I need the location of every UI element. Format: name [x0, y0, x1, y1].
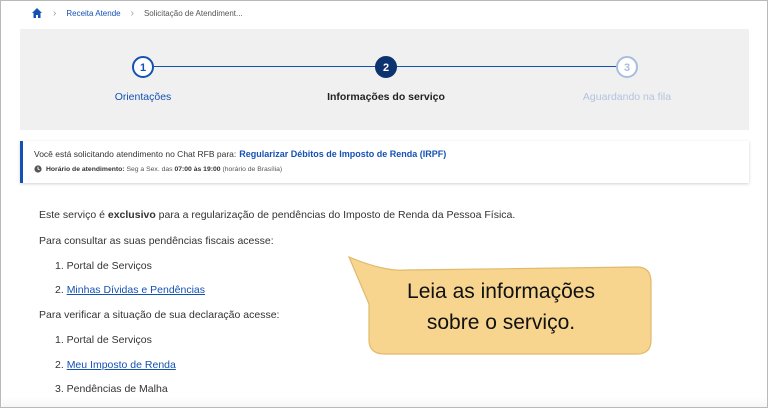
step-3-circle: 3 [616, 56, 638, 78]
list-item-portal-servicos: 1. Portal de Serviços [55, 260, 152, 272]
step-1-circle[interactable]: 1 [132, 56, 154, 78]
service-name: Regularizar Débitos de Imposto de Renda … [239, 149, 447, 159]
intro-paragraph: Este serviço é exclusivo para a regulari… [39, 209, 515, 221]
intro-text-b: para a regularização de pendências do Im… [158, 209, 516, 221]
step-connector [154, 66, 376, 67]
bottom-fade [2, 397, 767, 407]
step-1-label[interactable]: Orientações [115, 91, 172, 103]
consult-heading: Para consultar as suas pendências fiscai… [39, 235, 274, 247]
service-request-line: Você está solicitando atendimento no Cha… [34, 149, 446, 159]
clock-icon [34, 165, 42, 173]
service-request-prefix: Você está solicitando atendimento no Cha… [34, 149, 237, 159]
service-info-box: Você está solicitando atendimento no Cha… [20, 141, 749, 183]
callout-line-1: Leia as informações [407, 280, 595, 303]
hours-timezone: (horário de Brasília) [222, 165, 283, 173]
list-item-meu-ir: 2. Meu Imposto de Renda [55, 359, 176, 371]
service-hours-line: Horário de atendimento: Seg a Sex. das 0… [34, 165, 282, 173]
intro-bold: exclusivo [107, 209, 156, 221]
step-connector [396, 66, 618, 67]
hours-days: Seg a Sex. das [126, 165, 173, 173]
list-number: 2. [55, 284, 64, 296]
intro-text-a: Este serviço é [39, 209, 105, 221]
breadcrumb-link-receita-atende[interactable]: Receita Atende [66, 9, 120, 18]
list-item-dividas: 2. Minhas Dívidas e Pendências [55, 284, 205, 296]
hours-range: 07:00 às 19:00 [174, 165, 221, 173]
step-2-label: Informações do serviço [327, 91, 445, 103]
chevron-right-icon: › [130, 7, 134, 19]
list-item-pendencias-malha: 3. Pendências de Malha [55, 383, 168, 395]
link-minhas-dividas[interactable]: Minhas Dívidas e Pendências [67, 284, 205, 296]
hours-label: Horário de atendimento: [46, 165, 125, 173]
home-icon[interactable] [31, 7, 43, 19]
link-meu-imposto-de-renda[interactable]: Meu Imposto de Renda [67, 359, 176, 371]
chevron-right-icon: › [53, 7, 57, 19]
breadcrumb: › Receita Atende › Solicitação de Atendi… [31, 5, 243, 21]
callout-text: Leia as informações sobre o serviço. [351, 276, 651, 338]
verify-heading: Para verificar a situação de sua declara… [39, 309, 280, 321]
breadcrumb-current: Solicitação de Atendiment... [143, 8, 243, 18]
step-2-circle: 2 [375, 56, 397, 78]
stepper: 1 2 3 Orientações Informações do serviço… [20, 29, 749, 130]
callout-line-2: sobre o serviço. [426, 311, 576, 334]
step-3-label: Aguardando na fila [582, 91, 672, 103]
list-number: 2. [55, 359, 64, 371]
list-item-portal-servicos-2: 1. Portal de Serviços [55, 334, 152, 346]
screenshot-frame: › Receita Atende › Solicitação de Atendi… [0, 0, 768, 408]
